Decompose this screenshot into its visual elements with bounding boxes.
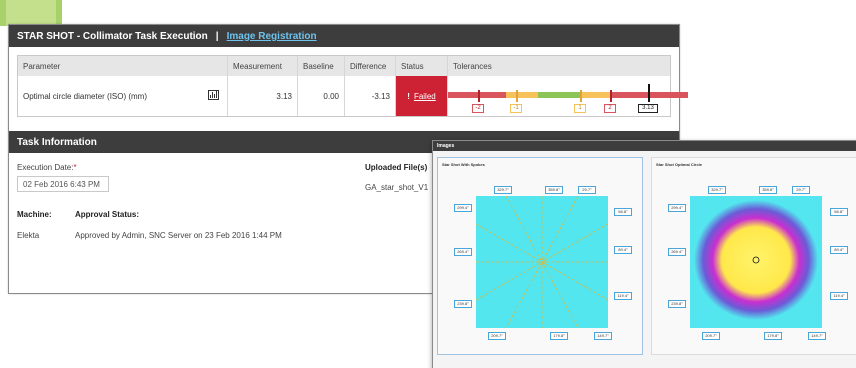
angle-label: 329.7° (708, 186, 726, 194)
results-header-row: Parameter Measurement Baseline Differenc… (18, 56, 670, 76)
baseline-value: 0.00 (298, 76, 345, 116)
tolerance-label-measured: 3.13 (638, 104, 658, 113)
machine-label: Machine: (17, 210, 52, 219)
approval-label: Approval Status: (75, 210, 140, 219)
star-shot-spokes-pane[interactable]: Star Shot With Spokes 329.7° 359.8° 29.7… (437, 157, 643, 355)
header-measurement: Measurement (228, 56, 298, 76)
angle-label: 179.8° (550, 332, 568, 340)
tolerance-pass (538, 92, 580, 98)
tick-plus-1 (580, 90, 582, 102)
tolerance-label-minus-2: -2 (472, 104, 484, 113)
failed-link[interactable]: Failed (414, 92, 436, 101)
tolerance-gauge: -2 -1 1 2 3.13 (448, 76, 688, 116)
angle-label: 329.7° (494, 186, 512, 194)
bar-chart-icon[interactable] (208, 90, 219, 100)
images-panel: Images Star Shot With Spokes 329.7° 359.… (432, 140, 856, 368)
angle-label: 58.8° (830, 208, 848, 216)
header-status: Status (396, 56, 448, 76)
header-parameter: Parameter (18, 56, 228, 76)
parameter-cell: Optimal circle diameter (ISO) (mm) (18, 76, 228, 116)
machine-value: Elekta (17, 231, 40, 240)
execution-date-label: Execution Date: (17, 163, 74, 172)
tick-minus-2 (478, 90, 480, 102)
angle-label: 119.4° (614, 292, 632, 300)
angle-label: 269.4° (454, 248, 472, 256)
status-cell: ! Failed (396, 76, 448, 116)
angle-label: 89.4° (830, 246, 848, 254)
header-tolerances: Tolerances (453, 61, 492, 71)
angle-label: 149.7° (594, 332, 612, 340)
decorative-corner-inner (6, 0, 56, 26)
required-mark: * (73, 163, 77, 172)
tolerance-label-plus-2: 2 (604, 104, 616, 113)
angle-label: 239.8° (454, 300, 472, 308)
status-badge: ! Failed (396, 76, 447, 116)
angle-label: 58.8° (614, 208, 632, 216)
difference-value: -3.13 (345, 76, 396, 116)
tick-measured (648, 84, 650, 102)
tick-minus-1 (516, 90, 518, 102)
parameter-name: Optimal circle diameter (ISO) (mm) (23, 91, 148, 101)
table-row: Optimal circle diameter (ISO) (mm) 3.13 … (18, 76, 688, 116)
window-title: STAR SHOT - Collimator Task Execution (17, 30, 208, 42)
angle-label: 179.8° (764, 332, 782, 340)
results-table: Parameter Measurement Baseline Differenc… (17, 55, 688, 117)
optimal-circle-image (690, 196, 822, 328)
angle-label: 359.8° (545, 186, 563, 194)
alert-icon: ! (407, 91, 410, 101)
angle-label: 29.7° (792, 186, 810, 194)
screenshot-stage: STAR SHOT - Collimator Task Execution | … (0, 0, 856, 368)
decorative-corner (0, 0, 62, 26)
tolerance-fail-low-2 (478, 92, 506, 98)
angle-label: 299.4° (668, 204, 686, 212)
uploaded-file-name[interactable]: GA_star_shot_V1 (365, 183, 428, 192)
image-registration-link[interactable]: Image Registration (227, 31, 317, 42)
spokes-graphic (476, 196, 608, 328)
images-title: Images (433, 141, 856, 151)
execution-date-field[interactable]: 02 Feb 2016 6:43 PM (17, 176, 109, 192)
tick-plus-2 (610, 90, 612, 102)
tolerance-fail-low (448, 92, 478, 98)
star-shot-spokes-title: Star Shot With Spokes (442, 162, 485, 167)
tolerance-warn-high (580, 92, 610, 98)
angle-label: 299.4° (454, 204, 472, 212)
angle-label: 149.7° (808, 332, 826, 340)
measurement-value: 3.13 (228, 76, 298, 116)
title-separator: | (215, 30, 219, 42)
angle-label: 269.4° (668, 248, 686, 256)
header-difference: Difference (345, 56, 396, 76)
tolerance-label-plus-1: 1 (574, 104, 586, 113)
optimal-circle-graphic (690, 196, 822, 328)
tolerance-label-minus-1: -1 (510, 104, 522, 113)
angle-label: 209.7° (702, 332, 720, 340)
star-shot-optimal-circle-pane[interactable]: Star Shot Optimal Circle 329.7° 359.8° 2… (651, 157, 856, 355)
tolerance-bar (448, 92, 688, 98)
angle-label: 359.8° (759, 186, 777, 194)
window-title-bar: STAR SHOT - Collimator Task Execution | … (9, 25, 679, 47)
star-shot-optimal-circle-title: Star Shot Optimal Circle (656, 162, 703, 167)
angle-label: 29.7° (578, 186, 596, 194)
approval-value: Approved by Admin, SNC Server on 23 Feb … (75, 231, 282, 240)
angle-label: 89.4° (614, 246, 632, 254)
star-shot-spokes-image (476, 196, 608, 328)
tolerance-warn-low (506, 92, 538, 98)
uploaded-files-label: Uploaded File(s) (365, 163, 428, 172)
angle-label: 209.7° (488, 332, 506, 340)
angle-label: 119.4° (830, 292, 848, 300)
angle-label: 239.8° (668, 300, 686, 308)
header-baseline: Baseline (298, 56, 345, 76)
